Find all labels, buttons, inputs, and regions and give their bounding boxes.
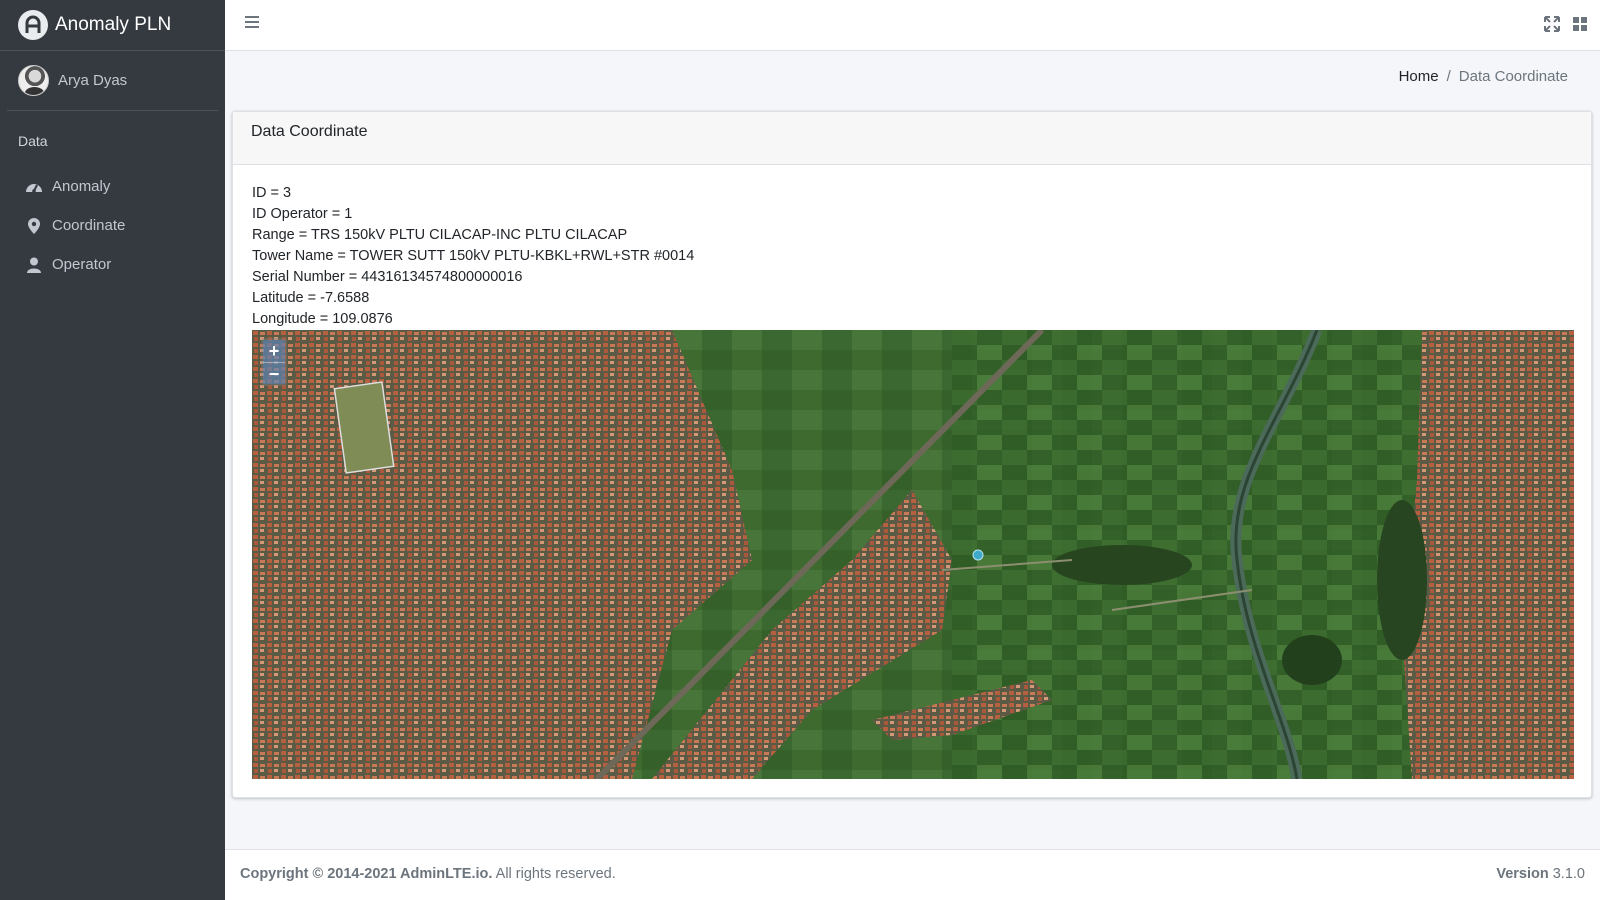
- avatar: [18, 65, 49, 96]
- field-longitude: Longitude = 109.0876: [252, 311, 393, 327]
- satellite-map[interactable]: + −: [252, 330, 1574, 779]
- sidebar-item-label: Coordinate: [52, 217, 126, 234]
- field-latitude: Latitude = -7.6588: [252, 290, 370, 306]
- sidebar-item-anomaly[interactable]: Anomaly: [0, 167, 225, 206]
- fullscreen-icon[interactable]: [1544, 16, 1560, 32]
- copyright: Copyright © 2014-2021 AdminLTE.io. All r…: [240, 866, 616, 882]
- version: Version 3.1.0: [1496, 866, 1585, 882]
- breadcrumb: Home / Data Coordinate: [1399, 68, 1568, 85]
- user-name[interactable]: Arya Dyas: [58, 72, 127, 89]
- map-marker[interactable]: [972, 549, 984, 561]
- field-range: Range = TRS 150kV PLTU CILACAP-INC PLTU …: [252, 227, 628, 243]
- field-id-operator: ID Operator = 1: [252, 206, 353, 222]
- grid-icon[interactable]: [1572, 16, 1588, 32]
- main-footer: Copyright © 2014-2021 AdminLTE.io. All r…: [225, 849, 1600, 900]
- sidebar-item-coordinate[interactable]: Coordinate: [0, 206, 225, 245]
- map-marker-icon: [25, 217, 43, 235]
- menu-toggle-icon[interactable]: [245, 16, 259, 30]
- brand-logo-icon: [18, 10, 48, 40]
- zoom-control: + −: [261, 338, 287, 386]
- copyright-prefix: Copyright © 2014-2021: [240, 866, 401, 882]
- nav-header-data: Data: [18, 133, 48, 149]
- brand-link[interactable]: Anomaly PLN: [0, 0, 225, 51]
- top-navbar: [225, 0, 1600, 51]
- breadcrumb-home[interactable]: Home: [1399, 68, 1439, 85]
- tachometer-icon: [25, 178, 43, 196]
- version-label: Version: [1496, 866, 1549, 882]
- copyright-link[interactable]: AdminLTE.io.: [400, 866, 492, 882]
- zoom-out-button[interactable]: −: [263, 362, 285, 384]
- main-sidebar: Anomaly PLN Arya Dyas Data Anomaly Coord…: [0, 0, 225, 900]
- sidebar-item-operator[interactable]: Operator: [0, 245, 225, 284]
- user-icon: [25, 256, 43, 274]
- version-value: 3.1.0: [1548, 866, 1585, 882]
- breadcrumb-current: Data Coordinate: [1458, 68, 1568, 85]
- sidebar-item-label: Operator: [52, 256, 112, 273]
- coordinate-card: Data Coordinate ID = 3 ID Operator = 1 R…: [232, 111, 1592, 798]
- field-serial-number: Serial Number = 443161345748000000​16: [252, 269, 523, 285]
- field-tower-name: Tower Name = TOWER SUTT 150kV PLTU-KBKL+…: [252, 248, 695, 264]
- sidebar-item-label: Anomaly: [52, 178, 111, 195]
- satellite-imagery: [252, 330, 1574, 779]
- breadcrumb-separator: /: [1446, 68, 1451, 85]
- card-title: Data Coordinate: [233, 112, 1591, 165]
- zoom-in-button[interactable]: +: [263, 340, 285, 362]
- brand-title: Anomaly PLN: [55, 14, 172, 35]
- user-panel[interactable]: Arya Dyas: [7, 51, 218, 111]
- field-id: ID = 3: [252, 185, 292, 201]
- copyright-suffix: All rights reserved.: [492, 866, 616, 882]
